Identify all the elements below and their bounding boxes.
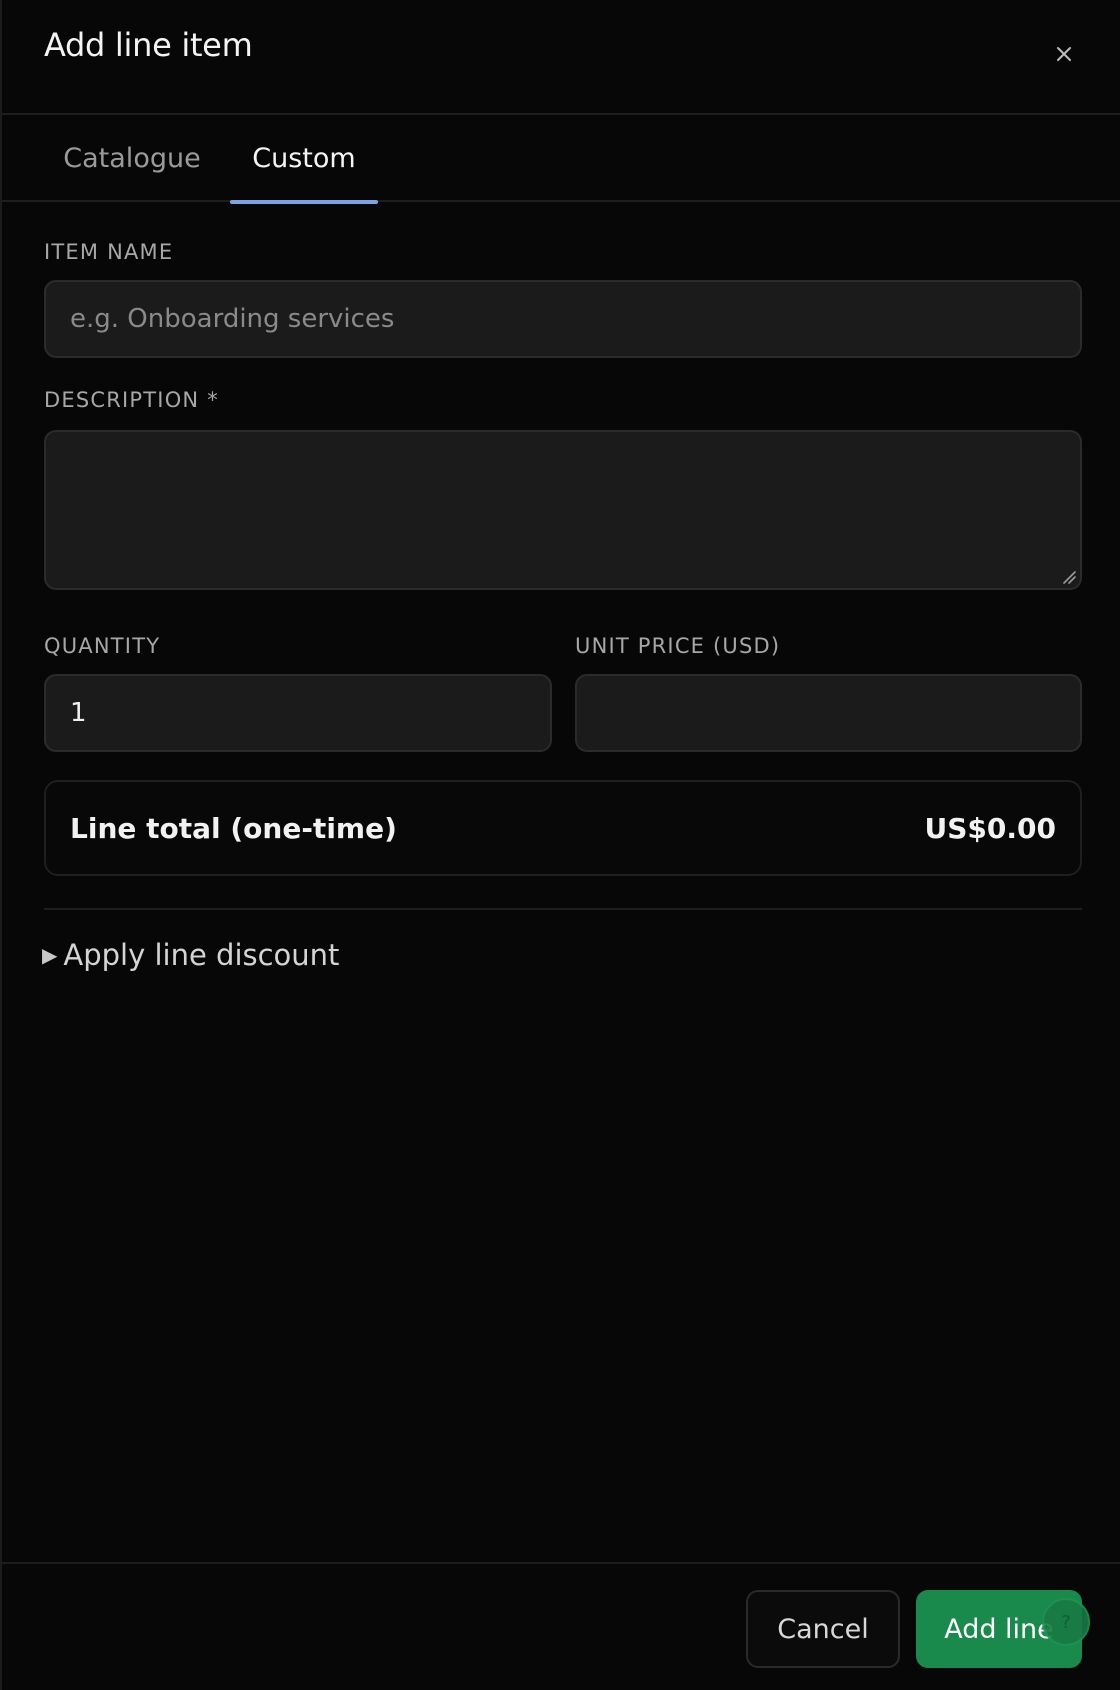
apply-line-discount-label: Apply line discount: [63, 938, 340, 972]
description-label: DESCRIPTION *: [44, 388, 219, 412]
resize-grip-icon[interactable]: [1060, 568, 1076, 584]
divider: [44, 908, 1082, 910]
dialog-title: Add line item: [44, 26, 253, 64]
item-name-input[interactable]: [44, 280, 1082, 358]
quantity-input[interactable]: [44, 674, 552, 752]
item-name-label: ITEM NAME: [44, 240, 174, 264]
line-total-box: Line total (one-time) US$0.00: [44, 780, 1082, 876]
dialog-footer: Cancel Add line: [2, 1562, 1120, 1690]
help-badge[interactable]: ?: [1042, 1598, 1090, 1646]
close-icon: [1057, 47, 1071, 61]
apply-line-discount-toggle[interactable]: ▶ Apply line discount: [42, 938, 339, 972]
quantity-label: QUANTITY: [44, 634, 161, 658]
triangle-right-icon: ▶: [42, 943, 58, 967]
dialog-header: Add line item: [2, 0, 1120, 115]
tab-catalogue[interactable]: Catalogue: [46, 115, 218, 202]
cancel-button[interactable]: Cancel: [746, 1590, 900, 1668]
description-textarea[interactable]: [44, 430, 1082, 590]
close-button[interactable]: [1042, 36, 1086, 72]
add-line-item-dialog: Add line item Catalogue Custom ITEM NAME…: [0, 0, 1120, 1690]
line-total-label: Line total (one-time): [70, 812, 397, 845]
tab-custom[interactable]: Custom: [230, 115, 378, 204]
tab-bar: Catalogue Custom: [2, 115, 1120, 204]
unit-price-input[interactable]: [575, 674, 1082, 752]
unit-price-label: UNIT PRICE (USD): [575, 634, 781, 658]
line-total-value: US$0.00: [924, 812, 1056, 845]
